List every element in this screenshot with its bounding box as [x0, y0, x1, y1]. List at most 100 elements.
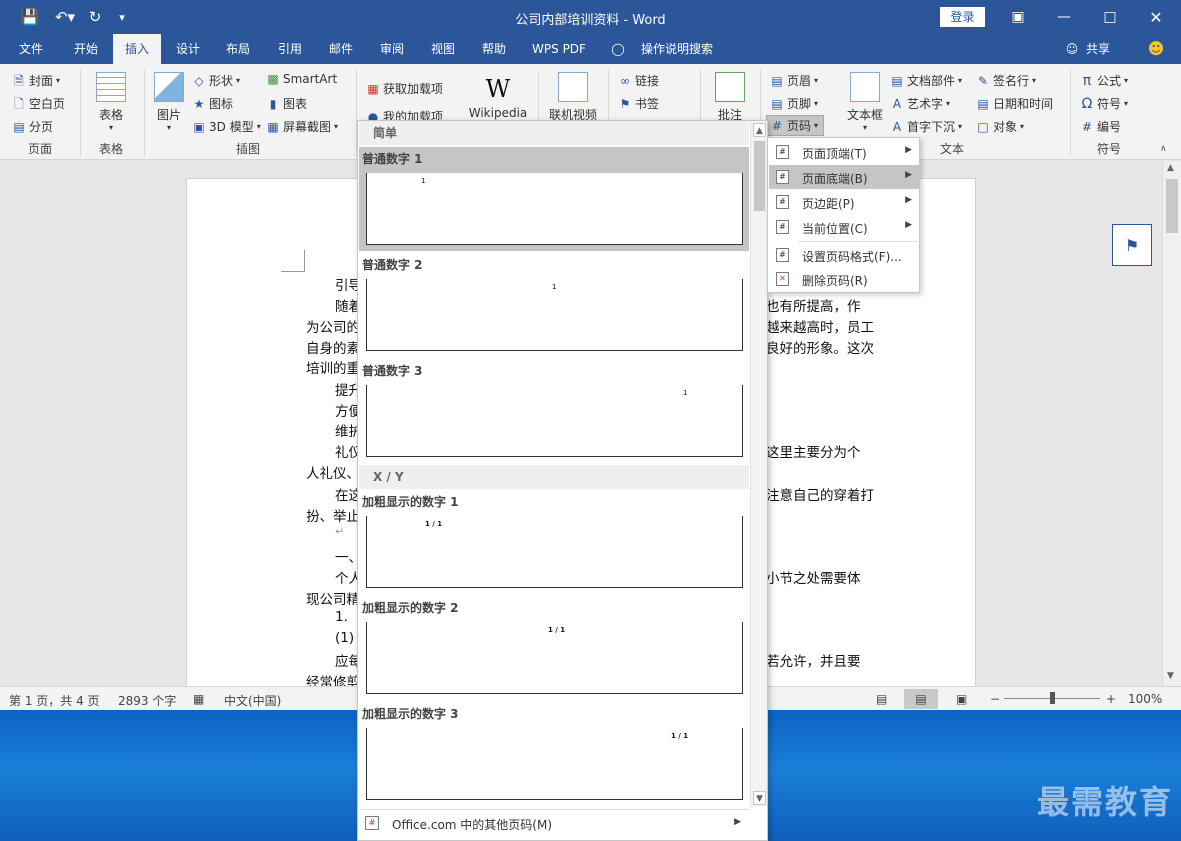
equation-button[interactable]: π 公式 ▾ [1080, 72, 1128, 89]
gallery-scrollbar[interactable]: ▲ ▼ [750, 121, 767, 807]
dropcap-icon: A [892, 119, 902, 134]
gallery-item-plain-number-3[interactable]: 普通数字 3 1 [359, 359, 749, 463]
doc-line: 为公司的 [306, 320, 360, 336]
tab-layout[interactable]: 布局 [214, 34, 262, 64]
page-margins-icon: # [776, 195, 789, 209]
gallery-item-plain-number-2[interactable]: 普通数字 2 1 [359, 253, 749, 357]
footer-button[interactable]: ▤ 页脚 ▾ [770, 95, 818, 112]
scrollbar-thumb[interactable] [1166, 179, 1178, 233]
office-more-page-numbers[interactable]: # Office.com 中的其他页码(M) ▶ [359, 809, 749, 837]
textbox-button[interactable]: 文本框 ▾ [843, 72, 887, 132]
menu-item-page-margins[interactable]: # 页边距(P) ▶ [769, 190, 919, 214]
bookmark-button[interactable]: ⚑ 书签 [618, 95, 659, 112]
bookmark-flag-icon: ⚑ [619, 96, 631, 111]
header-button[interactable]: ▤ 页眉 ▾ [770, 72, 818, 89]
smartart-button[interactable]: ▩ SmartArt [266, 72, 337, 86]
get-addins-button[interactable]: ▦ 获取加载项 [366, 80, 443, 97]
online-video-button[interactable]: 联机视频 [545, 72, 601, 123]
scroll-up-icon[interactable]: ▲ [1167, 163, 1174, 173]
menu-item-top-of-page[interactable]: # 页面顶端(T) ▶ [769, 140, 919, 164]
tab-design[interactable]: 设计 [164, 34, 212, 64]
tab-review[interactable]: 审阅 [368, 34, 416, 64]
web-layout-icon[interactable]: ▣ [956, 692, 967, 706]
read-mode-icon[interactable]: ▤ [876, 692, 887, 706]
icons-button[interactable]: ★ 图标 [192, 95, 233, 112]
blank-page-button[interactable]: 🗋 空白页 [12, 95, 65, 112]
scroll-down-icon[interactable]: ▼ [1167, 671, 1174, 681]
group-label-illustrations: 插图 [235, 142, 260, 156]
cover-page-button[interactable]: 🗎 封面 ▾ [12, 72, 60, 89]
page-break-button[interactable]: ▤ 分页 [12, 118, 53, 135]
doc-line-fragment: 小节之处需要体 [766, 571, 861, 587]
gallery-scroll-thumb[interactable] [754, 141, 765, 211]
minimize-icon[interactable]: — [1041, 0, 1087, 34]
table-button[interactable]: 表格 ▾ [90, 72, 132, 132]
tab-file[interactable]: 文件 [6, 34, 56, 64]
symbol-button[interactable]: Ω 符号 ▾ [1080, 95, 1128, 112]
screenshot-button[interactable]: ▦ 屏幕截图 ▾ [266, 118, 338, 135]
document-scrollbar[interactable]: ▲ ▼ [1162, 161, 1181, 686]
close-icon[interactable]: ✕ [1133, 0, 1179, 34]
footer-icon: ▤ [771, 96, 783, 111]
zoom-in-icon[interactable]: + [1106, 692, 1116, 706]
share-button[interactable]: 共享 [1083, 34, 1113, 64]
comment-button[interactable]: 批注 [710, 72, 750, 123]
object-button[interactable]: □ 对象 ▾ [976, 118, 1024, 135]
feedback-smiley-icon[interactable]: ☻ [1144, 34, 1168, 64]
page-number-icon: # [771, 118, 783, 133]
wordart-button[interactable]: A 艺术字 ▾ [890, 95, 950, 112]
menu-item-format-page-numbers[interactable]: # 设置页码格式(F)... [769, 243, 919, 267]
zoom-out-icon[interactable]: − [990, 692, 1000, 706]
date-time-button[interactable]: ▤ 日期和时间 [976, 95, 1053, 112]
shapes-button[interactable]: ◇ 形状 ▾ [192, 72, 240, 89]
signature-line-button[interactable]: ✎ 签名行 ▾ [976, 72, 1036, 89]
zoom-level[interactable]: 100% [1128, 692, 1162, 706]
tab-mailings[interactable]: 邮件 [317, 34, 365, 64]
gallery-section-xy: X / Y [359, 465, 749, 489]
ribbon-display-icon[interactable]: ▣ [995, 0, 1041, 34]
wikipedia-button[interactable]: W Wikipedia [468, 72, 528, 120]
dropcap-button[interactable]: A 首字下沉 ▾ [890, 118, 962, 135]
tab-insert[interactable]: 插入 [113, 34, 161, 64]
doc-line: 人礼仪、 [306, 466, 360, 482]
picture-button[interactable]: 图片 ▾ [152, 72, 186, 132]
gallery-item-bold-number-2[interactable]: 加粗显示的数字 2 1 / 1 [359, 596, 749, 700]
proofing-icon[interactable]: ▦ [193, 692, 204, 706]
page-number-button[interactable]: # 页码 ▾ [766, 115, 825, 136]
link-button[interactable]: ∞ 链接 [618, 72, 659, 89]
number-button[interactable]: # 编号 [1080, 118, 1121, 135]
gallery-scroll-down-icon[interactable]: ▼ [753, 791, 766, 805]
bookmark-tag-icon[interactable]: ⚑ [1112, 224, 1152, 266]
tab-wps-pdf[interactable]: WPS PDF [524, 34, 594, 64]
title-bar: 💾 ↶▾ ↻ ▾ 公司内部培训资料 - Word 登录 ▣ — □ ✕ [0, 0, 1181, 34]
doc-line-fragment: 越来越高时，员工 [766, 320, 874, 336]
tab-help[interactable]: 帮助 [470, 34, 518, 64]
gallery-scroll-up-icon[interactable]: ▲ [753, 123, 766, 137]
maximize-icon[interactable]: □ [1087, 0, 1133, 34]
quick-parts-button[interactable]: ▤ 文档部件 ▾ [890, 72, 962, 89]
tab-view[interactable]: 视图 [419, 34, 467, 64]
page-count-status[interactable]: 第 1 页，共 4 页 [9, 692, 100, 709]
dropdown-arrow-icon: ▾ [108, 123, 113, 132]
menu-item-current-position[interactable]: # 当前位置(C) ▶ [769, 215, 919, 239]
tell-me-search[interactable]: 操作说明搜索 [636, 34, 718, 64]
bottom-of-page-icon: # [776, 170, 789, 184]
tab-references[interactable]: 引用 [266, 34, 314, 64]
tab-home[interactable]: 开始 [60, 34, 112, 64]
dropdown-arrow-icon: ▾ [166, 123, 171, 132]
collapse-ribbon-icon[interactable]: ∧ [1160, 144, 1167, 154]
zoom-slider-thumb[interactable] [1050, 692, 1055, 704]
gallery-item-plain-number-1[interactable]: 普通数字 1 1 [359, 147, 749, 251]
menu-item-remove-page-numbers[interactable]: ✕ 删除页码(R) [769, 267, 919, 291]
print-layout-icon[interactable]: ▤ [904, 689, 938, 709]
word-count-status[interactable]: 2893 个字 [118, 692, 176, 709]
language-status[interactable]: 中文(中国) [224, 692, 281, 709]
login-button[interactable]: 登录 [940, 7, 985, 27]
gallery-item-bold-number-1[interactable]: 加粗显示的数字 1 1 / 1 [359, 490, 749, 594]
3d-model-button[interactable]: ▣ 3D 模型 ▾ [192, 118, 260, 135]
gallery-item-bold-number-3[interactable]: 加粗显示的数字 3 1 / 1 [359, 702, 749, 806]
blank-page-icon: 🗋 [14, 96, 24, 111]
menu-item-bottom-of-page[interactable]: # 页面底端(B) ▶ [769, 165, 919, 189]
wikipedia-icon: W [485, 75, 511, 103]
chart-button[interactable]: ▮ 图表 [266, 95, 307, 112]
